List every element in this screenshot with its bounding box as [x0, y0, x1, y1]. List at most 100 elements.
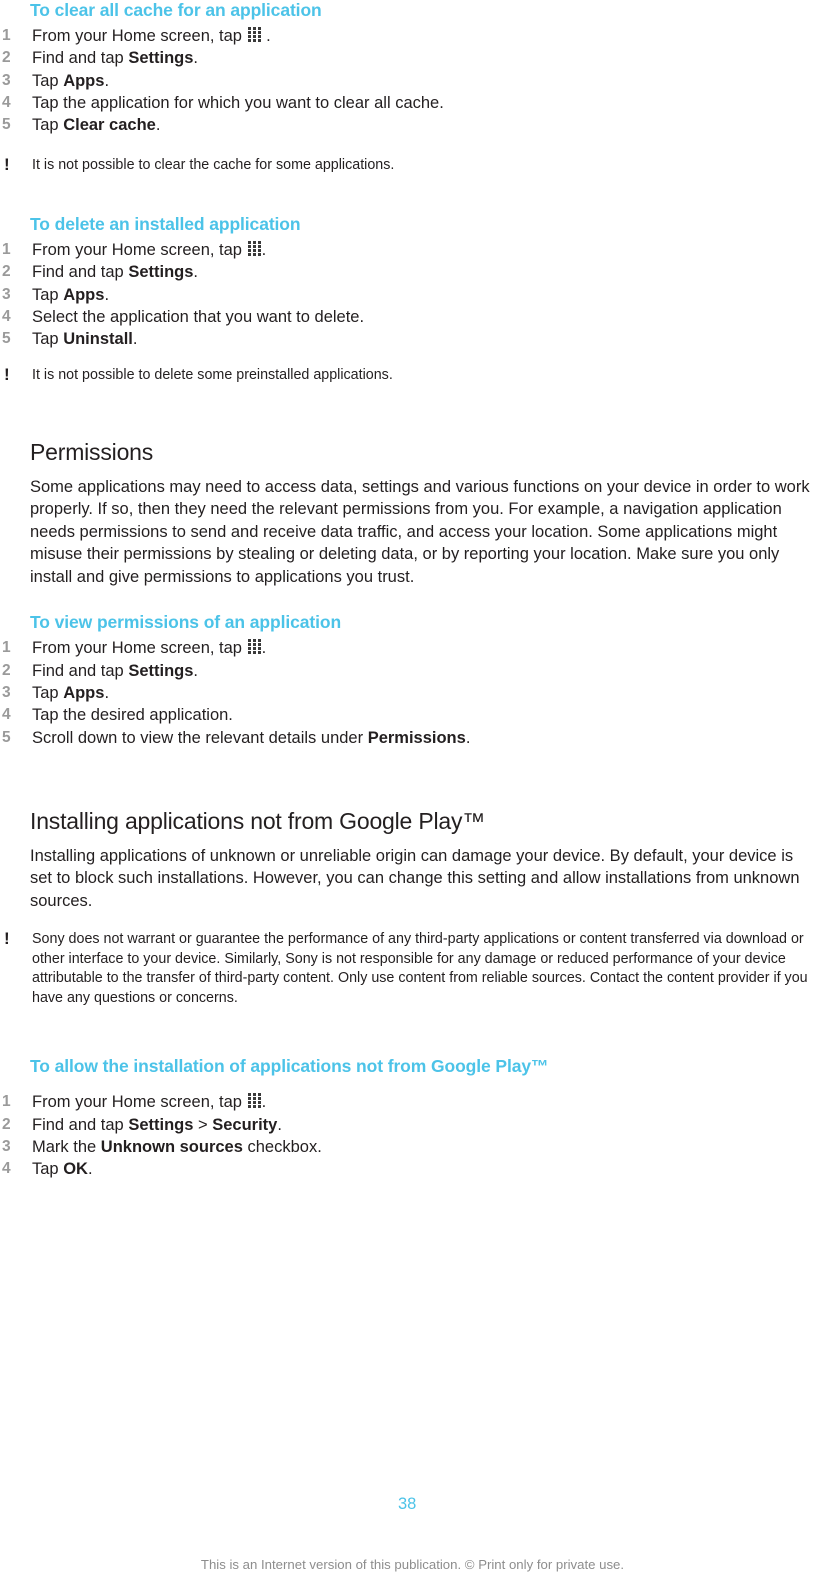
step-text-post: .: [261, 27, 271, 45]
step-item: 2 Find and tap Settings.: [0, 47, 825, 69]
step-number: 2: [2, 661, 11, 679]
step-text-post: .: [261, 639, 267, 658]
step-text-bold: Uninstall: [63, 330, 133, 349]
steps-delete-application: 1 From your Home screen, tap . 2 Find an…: [0, 239, 825, 350]
step-number: 1: [2, 240, 11, 258]
paragraph-installing-not-google-play: Installing applications of unknown or un…: [30, 846, 800, 910]
step-item: 4 Select the application that you want t…: [0, 306, 825, 328]
step-text-pre: From your Home screen, tap: [32, 639, 247, 658]
step-text-bold: Apps: [63, 285, 105, 304]
section-heading-permissions: Permissions: [30, 438, 154, 465]
step-text-post: .: [104, 684, 110, 703]
step-text-pre: Scroll down to view the relevant details…: [32, 728, 368, 747]
step-text-bold: Clear cache: [63, 116, 156, 135]
step-text-pre: Find and tap: [32, 49, 129, 68]
step-number: 4: [2, 93, 11, 111]
step-text-pre: From your Home screen, tap: [32, 240, 247, 259]
step-text-post: .: [465, 728, 471, 747]
note-text: Sony does not warrant or guarantee the p…: [32, 931, 808, 1006]
page-number: 38: [398, 1495, 417, 1513]
step-number: 1: [2, 639, 11, 657]
step-item: 3 Tap Apps.: [0, 284, 825, 306]
step-number: 4: [2, 706, 11, 724]
step-text-post: .: [104, 71, 110, 90]
step-text-pre: Tap: [32, 684, 64, 703]
section-heading-installing-not-google-play: Installing applications not from Google …: [30, 807, 486, 834]
note-exclamation-icon: !: [4, 929, 10, 949]
note-exclamation-icon: !: [4, 155, 10, 175]
step-number: 4: [2, 1160, 11, 1178]
paragraph-permissions: Some applications may need to access dat…: [30, 477, 810, 586]
step-text-bold-2: Security: [212, 1115, 278, 1134]
step-text-post: .: [277, 1115, 282, 1134]
steps-clear-cache: 1 From your Home screen, tap . 2 Find an…: [0, 25, 825, 136]
procedure-heading-delete-application: To delete an installed application: [30, 213, 301, 234]
step-text-pre: Tap: [32, 330, 64, 349]
step-text-bold: Apps: [63, 71, 105, 90]
step-number: 2: [2, 1115, 11, 1133]
step-number: 1: [2, 27, 11, 44]
procedure-heading-view-permissions: To view permissions of an application: [30, 612, 342, 633]
step-item: 1 From your Home screen, tap .: [0, 1091, 825, 1113]
step-item: 2 Find and tap Settings.: [0, 660, 825, 682]
step-number: 2: [2, 263, 11, 281]
step-item: 2 Find and tap Settings > Security.: [0, 1114, 825, 1136]
procedure-heading-clear-cache: To clear all cache for an application: [30, 0, 322, 20]
note-text: It is not possible to clear the cache fo…: [32, 157, 395, 174]
step-item: 1 From your Home screen, tap .: [0, 25, 825, 47]
step-text-bold: Unknown sources: [100, 1138, 243, 1157]
page-content: To clear all cache for an application 1 …: [0, 0, 825, 1181]
footer-copyright-note: This is an Internet version of this publ…: [200, 1557, 625, 1572]
step-item: 4 Tap the application for which you want…: [0, 92, 825, 114]
step-text-pre: Find and tap: [32, 263, 129, 282]
step-text-post: .: [261, 240, 267, 259]
step-text-pre: Tap: [32, 71, 64, 90]
step-number: 5: [2, 330, 11, 348]
step-text-pre: From your Home screen, tap: [32, 27, 247, 45]
step-number: 3: [2, 71, 11, 89]
step-text-pre: Find and tap: [32, 1115, 129, 1134]
step-item: 5 Tap Clear cache.: [0, 114, 825, 136]
step-item: 3 Mark the Unknown sources checkbox.: [0, 1136, 825, 1158]
step-text-bold: Settings: [128, 661, 194, 680]
step-item: 1 From your Home screen, tap .: [0, 239, 825, 261]
step-text-pre: Select the application that you want to …: [32, 307, 365, 326]
note-clear-cache: ! It is not possible to clear the cache …: [0, 155, 818, 176]
step-item: 4 Tap OK.: [0, 1158, 825, 1180]
step-text-pre: Tap: [32, 285, 64, 304]
step-text-post: .: [104, 285, 110, 304]
step-number: 4: [2, 307, 11, 325]
step-text-pre: Mark the: [32, 1138, 101, 1157]
note-sony-disclaimer: ! Sony does not warrant or guarantee the…: [0, 929, 818, 1008]
step-number: 5: [2, 116, 11, 134]
app-drawer-grid-icon: [247, 639, 261, 655]
step-text-pre: From your Home screen, tap: [32, 1093, 247, 1112]
step-text-post: .: [261, 1093, 267, 1112]
step-text-post: .: [87, 1160, 93, 1179]
step-item: 5 Scroll down to view the relevant detai…: [0, 727, 825, 749]
note-text: It is not possible to delete some preins…: [32, 367, 393, 384]
step-number: 3: [2, 285, 11, 303]
step-number: 5: [2, 728, 11, 746]
step-text-bold: Apps: [63, 684, 105, 703]
steps-view-permissions: 1 From your Home screen, tap . 2 Find an…: [0, 637, 825, 748]
step-text-post: .: [193, 661, 199, 680]
step-number: 2: [2, 49, 11, 67]
procedure-heading-allow-installation: To allow the installation of application…: [30, 1056, 549, 1077]
step-text-pre: Tap: [32, 116, 64, 135]
note-delete-application: ! It is not possible to delete some prei…: [0, 365, 818, 386]
step-text-pre: Tap: [32, 1160, 64, 1179]
step-text-bold: Permissions: [367, 728, 466, 747]
step-item: 1 From your Home screen, tap .: [0, 637, 825, 659]
step-text-pre: Tap the desired application.: [32, 706, 233, 725]
app-drawer-grid-icon: [247, 27, 261, 42]
step-item: 3 Tap Apps.: [0, 70, 825, 92]
step-text-post: .: [193, 263, 199, 282]
steps-allow-installation: 1 From your Home screen, tap . 2 Find an…: [0, 1091, 825, 1180]
step-text-bold: Settings: [128, 49, 194, 68]
step-text-mid: >: [193, 1115, 213, 1134]
step-text-post: .: [155, 116, 161, 135]
step-text-pre: Tap the application for which you want t…: [32, 93, 444, 112]
note-exclamation-icon: !: [4, 365, 10, 385]
step-number: 1: [2, 1093, 11, 1111]
